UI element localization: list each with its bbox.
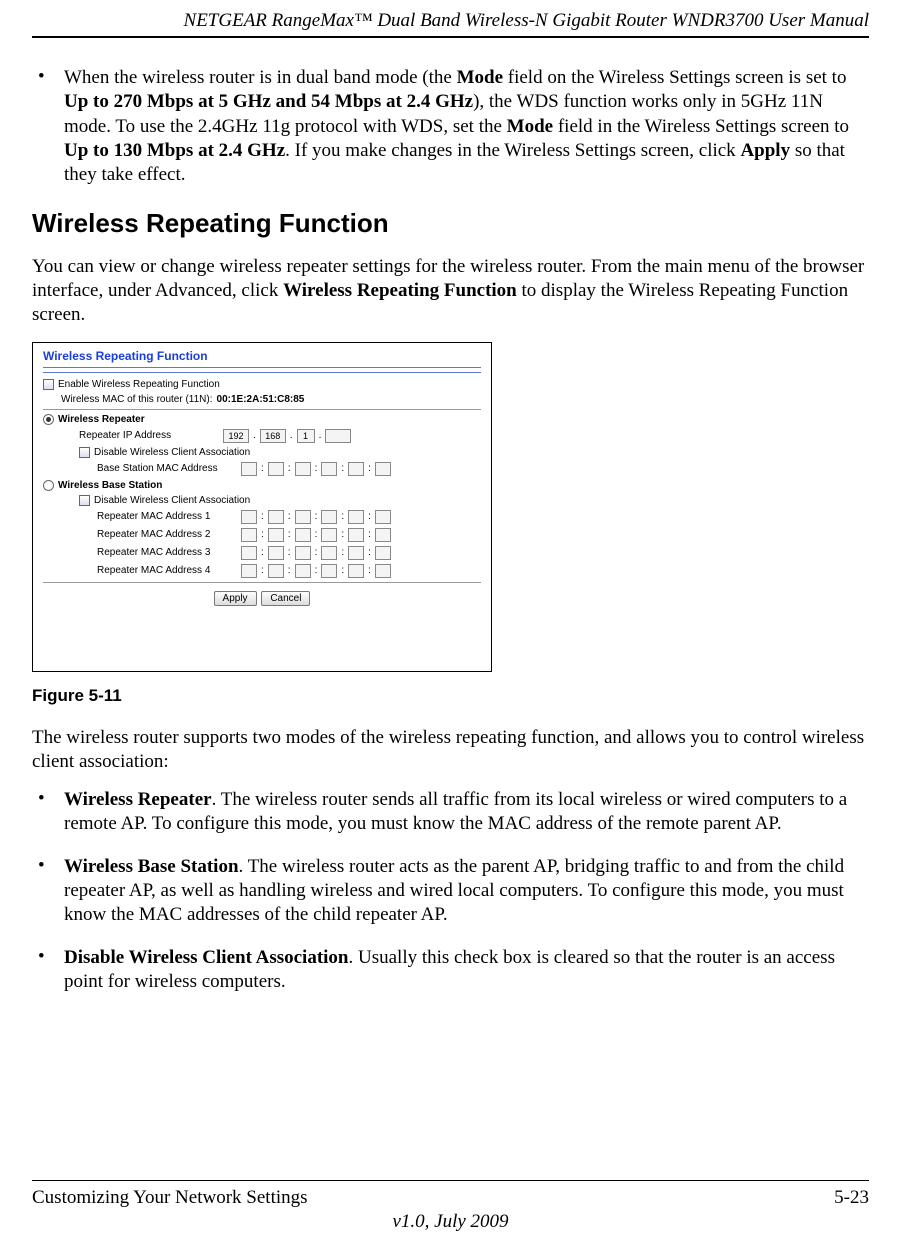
checkbox-icon[interactable] xyxy=(79,447,90,458)
mac-field[interactable] xyxy=(295,510,311,524)
mac-field[interactable] xyxy=(348,546,364,560)
mac-field[interactable] xyxy=(268,510,284,524)
mac-field[interactable] xyxy=(375,462,391,476)
fig-repmac-row: Repeater MAC Address 2 ::::: xyxy=(33,526,491,544)
mac-field[interactable] xyxy=(375,546,391,560)
fig-basestation-label: Wireless Base Station xyxy=(58,480,162,491)
mac-field[interactable] xyxy=(268,564,284,578)
ip-field[interactable]: 192 xyxy=(223,429,249,443)
fig-button-row: Apply Cancel xyxy=(33,585,491,612)
bullet-marker: • xyxy=(32,66,64,188)
fig-mac-pre: Wireless MAC of this router (11N): xyxy=(61,394,213,405)
mac-field[interactable] xyxy=(348,462,364,476)
mac-field[interactable] xyxy=(241,528,257,542)
figure-screenshot: Wireless Repeating Function Enable Wirel… xyxy=(32,342,492,672)
fig-repmac-label: Repeater MAC Address 3 xyxy=(97,547,237,558)
fig-repeater-row: Wireless Repeater xyxy=(33,412,491,427)
fig-divider xyxy=(43,409,481,410)
cancel-button[interactable]: Cancel xyxy=(261,591,310,606)
page-footer: Customizing Your Network Settings 5-23 v… xyxy=(32,1180,869,1233)
fig-repmac-row: Repeater MAC Address 3 ::::: xyxy=(33,544,491,562)
fig-repmac-row: Repeater MAC Address 1 ::::: xyxy=(33,508,491,526)
mac-field[interactable] xyxy=(268,546,284,560)
section-heading: Wireless Repeating Function xyxy=(32,208,869,239)
doc-title: NETGEAR RangeMax™ Dual Band Wireless-N G… xyxy=(184,10,869,31)
mode-bullet-text: Wireless Repeater. The wireless router s… xyxy=(64,788,869,837)
fig-repeater-label: Wireless Repeater xyxy=(58,414,145,425)
figure-caption: Figure 5-11 xyxy=(32,686,869,706)
mode-bullet-text: Disable Wireless Client Association. Usu… xyxy=(64,946,869,995)
mode-bullet: • Wireless Repeater. The wireless router… xyxy=(32,788,869,837)
apply-button[interactable]: Apply xyxy=(214,591,257,606)
fig-base-mac-label: Base Station MAC Address xyxy=(97,463,237,474)
mode-bullet-text: Wireless Base Station. The wireless rout… xyxy=(64,855,869,928)
mac-field[interactable] xyxy=(375,564,391,578)
intro-bullet: • When the wireless router is in dual ba… xyxy=(32,66,869,188)
mac-field[interactable] xyxy=(321,528,337,542)
doc-header: NETGEAR RangeMax™ Dual Band Wireless-N G… xyxy=(32,0,869,32)
mac-field[interactable] xyxy=(348,528,364,542)
footer-section: Customizing Your Network Settings xyxy=(32,1187,308,1209)
bullet-marker: • xyxy=(32,788,64,837)
footer-rule xyxy=(32,1180,869,1181)
radio-icon[interactable] xyxy=(43,414,54,425)
mac-field[interactable] xyxy=(321,510,337,524)
mac-field[interactable] xyxy=(321,462,337,476)
checkbox-icon[interactable] xyxy=(79,495,90,506)
fig-subrule xyxy=(43,372,481,373)
fig-disable-assoc2-label: Disable Wireless Client Association xyxy=(94,495,250,506)
fig-base-mac-row: Base Station MAC Address : : : : : xyxy=(33,460,491,478)
fig-enable-row: Enable Wireless Repeating Function xyxy=(33,377,491,392)
bullet-marker: • xyxy=(32,855,64,928)
footer-page: 5-23 xyxy=(834,1187,869,1209)
mac-field[interactable] xyxy=(241,462,257,476)
radio-icon[interactable] xyxy=(43,480,54,491)
mac-field[interactable] xyxy=(241,510,257,524)
mac-field[interactable] xyxy=(348,510,364,524)
mac-field[interactable] xyxy=(295,462,311,476)
ip-field[interactable] xyxy=(325,429,351,443)
fig-repmac-label: Repeater MAC Address 4 xyxy=(97,565,237,576)
intro-bullet-text: When the wireless router is in dual band… xyxy=(64,66,869,188)
fig-mac-value: 00:1E:2A:51:C8:85 xyxy=(217,394,305,405)
mode-bullet: • Disable Wireless Client Association. U… xyxy=(32,946,869,995)
fig-repmac-label: Repeater MAC Address 2 xyxy=(97,529,237,540)
fig-repeater-ip-row: Repeater IP Address 192. 168. 1. xyxy=(33,427,491,445)
section-intro-para: You can view or change wireless repeater… xyxy=(32,255,869,328)
mode-bullet: • Wireless Base Station. The wireless ro… xyxy=(32,855,869,928)
mac-field[interactable] xyxy=(348,564,364,578)
after-figure-para: The wireless router supports two modes o… xyxy=(32,726,869,775)
footer-version: v1.0, July 2009 xyxy=(32,1211,869,1233)
fig-disable-assoc-row: Disable Wireless Client Association xyxy=(33,445,491,460)
fig-disable-assoc-label: Disable Wireless Client Association xyxy=(94,447,250,458)
mac-field[interactable] xyxy=(375,510,391,524)
fig-basestation-row: Wireless Base Station xyxy=(33,478,491,493)
mac-field[interactable] xyxy=(295,528,311,542)
fig-disable-assoc2-row: Disable Wireless Client Association xyxy=(33,493,491,508)
fig-enable-label: Enable Wireless Repeating Function xyxy=(58,379,220,390)
ip-field[interactable]: 1 xyxy=(297,429,315,443)
mac-field[interactable] xyxy=(321,546,337,560)
mac-field[interactable] xyxy=(295,546,311,560)
fig-title-rule xyxy=(43,367,481,368)
mac-field[interactable] xyxy=(268,462,284,476)
mac-field[interactable] xyxy=(321,564,337,578)
mac-field[interactable] xyxy=(241,546,257,560)
fig-repeater-ip-label: Repeater IP Address xyxy=(79,430,219,441)
checkbox-icon[interactable] xyxy=(43,379,54,390)
bullet-marker: • xyxy=(32,946,64,995)
fig-title: Wireless Repeating Function xyxy=(33,343,491,367)
ip-field[interactable]: 168 xyxy=(260,429,286,443)
fig-mac-row: Wireless MAC of this router (11N): 00:1E… xyxy=(33,392,491,407)
mac-field[interactable] xyxy=(268,528,284,542)
fig-repmac-row: Repeater MAC Address 4 ::::: xyxy=(33,562,491,580)
mac-field[interactable] xyxy=(241,564,257,578)
fig-divider xyxy=(43,582,481,583)
mac-field[interactable] xyxy=(375,528,391,542)
fig-repmac-label: Repeater MAC Address 1 xyxy=(97,511,237,522)
mac-field[interactable] xyxy=(295,564,311,578)
